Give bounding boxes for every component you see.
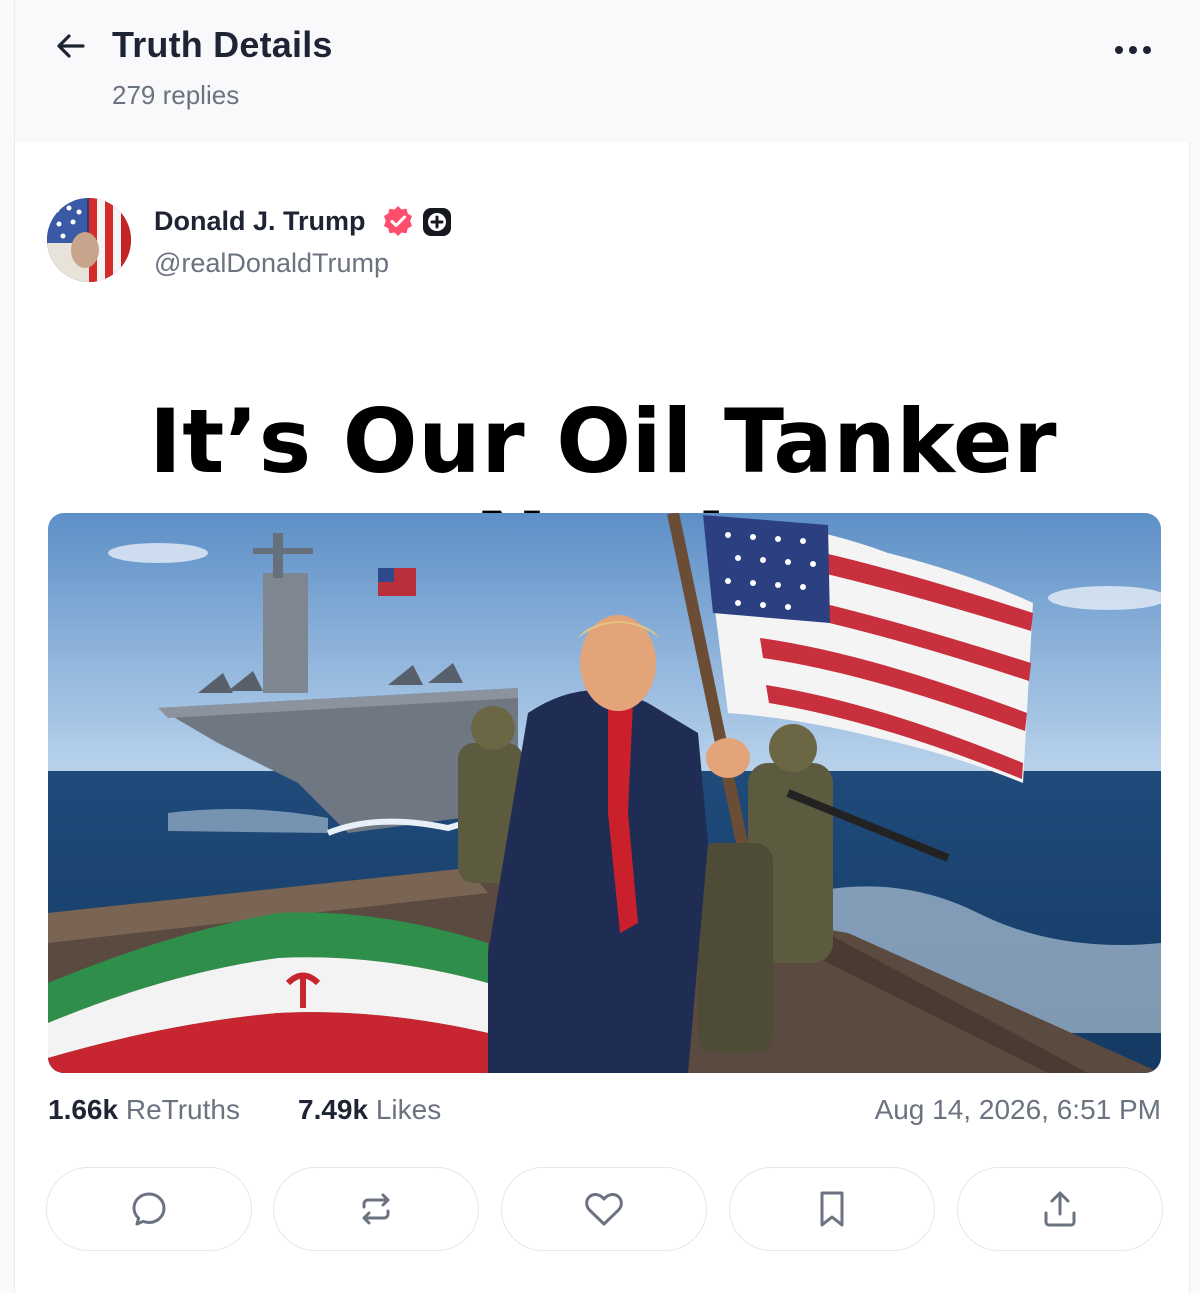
more-options-button[interactable] [1109,32,1157,68]
header: Truth Details 279 replies [15,0,1191,142]
bookmark-icon [820,1191,844,1227]
truth-details-page: Truth Details 279 replies Donald J. Trum… [14,0,1191,1293]
plus-badge-icon [423,208,451,236]
verified-badge-icon [384,206,412,236]
post-actions [46,1167,1163,1251]
retruth-button[interactable] [273,1167,479,1251]
reply-button[interactable] [46,1167,252,1251]
more-horizontal-icon [1115,46,1151,54]
retruths-label: ReTruths [125,1094,240,1125]
likes-count: 7.49k [298,1094,369,1125]
author-name[interactable]: Donald J. Trump [154,206,366,237]
likes-stat[interactable]: 7.49k Likes [298,1094,441,1126]
retruths-count: 1.66k [48,1094,119,1125]
post-image[interactable] [48,513,1161,1073]
post-timestamp: Aug 14, 2026, 6:51 PM [874,1094,1161,1125]
likes-label: Likes [375,1094,442,1125]
replies-count: 279 replies [112,80,240,110]
author-handle[interactable]: @realDonaldTrump [154,248,389,279]
bookmark-button[interactable] [729,1167,935,1251]
share-button[interactable] [957,1167,1163,1251]
post-stats: 1.66k ReTruths 7.49k Likes Aug 14, 2026,… [48,1094,1161,1134]
photo-illustration-icon [48,513,1161,1073]
retruths-stat[interactable]: 1.66k ReTruths [48,1094,240,1126]
back-button[interactable] [53,28,89,64]
page-title: Truth Details [112,24,333,65]
arrow-left-icon [57,34,85,58]
avatar[interactable] [47,198,131,282]
heart-icon [585,1193,623,1226]
retruth-icon [362,1193,390,1225]
share-upload-icon [1044,1191,1076,1227]
like-button[interactable] [501,1167,707,1251]
reply-icon [132,1192,166,1226]
